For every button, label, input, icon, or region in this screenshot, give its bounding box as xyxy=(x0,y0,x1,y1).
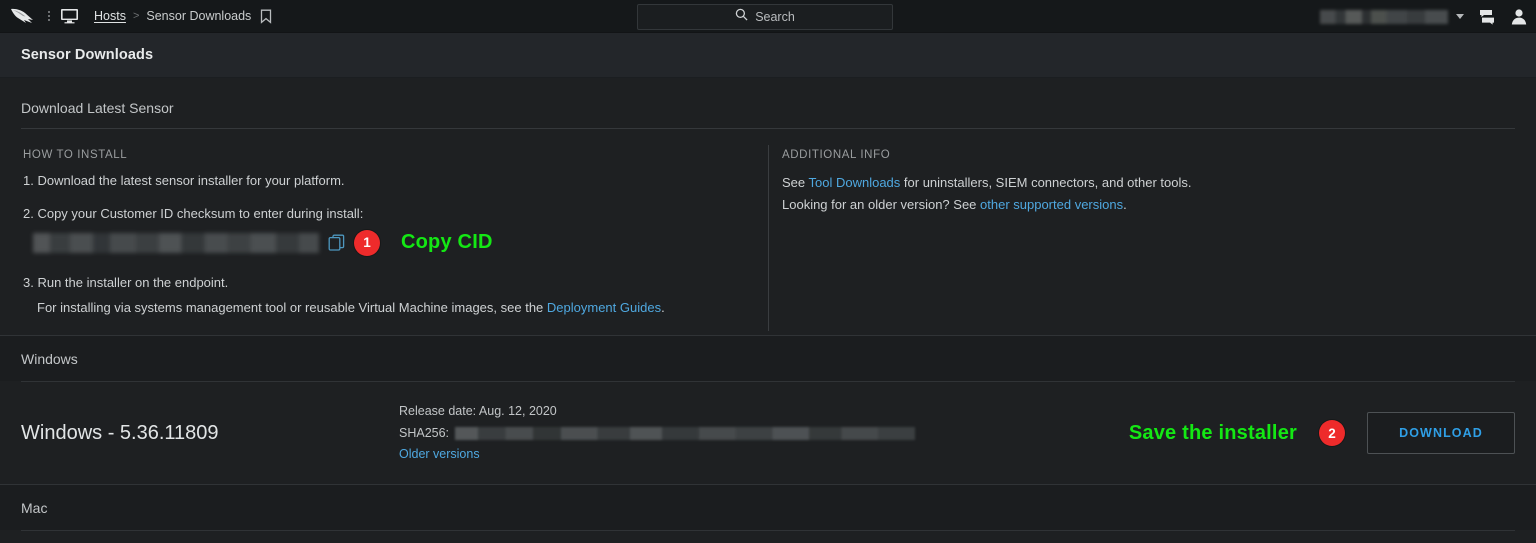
platform-name-mac: Mac xyxy=(21,500,48,517)
copy-icon[interactable] xyxy=(328,234,345,251)
sha256-label: SHA256: xyxy=(399,425,450,440)
page-title-bar: Sensor Downloads xyxy=(0,33,1536,78)
platform-header-mac: Mac xyxy=(0,484,1536,531)
annotation-label-save-installer: Save the installer xyxy=(1128,421,1297,444)
release-meta-windows: Release date: Aug. 12, 2020 SHA256: Olde… xyxy=(399,401,916,466)
breadcrumb-separator: > xyxy=(132,10,140,22)
install-step-1: 1. Download the latest sensor installer … xyxy=(23,173,345,188)
chevron-down-icon[interactable] xyxy=(1456,14,1464,19)
install-info-columns: HOW TO INSTALL 1. Download the latest se… xyxy=(0,129,1536,335)
other-supported-versions-link[interactable]: other supported versions xyxy=(980,197,1123,212)
platform-header-windows: Windows xyxy=(0,335,1536,382)
additional-info-line-1: See Tool Downloads for uninstallers, SIE… xyxy=(782,172,1536,194)
download-button-label: DOWNLOAD xyxy=(1399,426,1483,441)
download-button[interactable]: DOWNLOAD xyxy=(1367,412,1515,455)
download-latest-heading: Download Latest Sensor xyxy=(21,100,174,116)
customer-id-redacted-value xyxy=(33,232,319,253)
additional-info-line-2-post: . xyxy=(1123,197,1127,213)
additional-info-line-2: Looking for an older version? See other … xyxy=(782,194,1536,216)
falcon-logo[interactable] xyxy=(4,0,42,33)
support-icon[interactable] xyxy=(1478,9,1496,25)
release-date: Release date: Aug. 12, 2020 xyxy=(399,404,557,419)
page-title: Sensor Downloads xyxy=(21,47,154,63)
customer-id-row: 1 Copy CID xyxy=(23,229,748,256)
breadcrumb-current: Sensor Downloads xyxy=(146,9,252,23)
additional-info-column: ADDITIONAL INFO See Tool Downloads for u… xyxy=(748,149,1536,317)
search-placeholder: Search xyxy=(755,10,795,24)
annotation-badge-2: 2 xyxy=(1319,420,1345,447)
download-zone: Save the installer 2 DOWNLOAD xyxy=(1129,382,1515,484)
install-step-3: 3. Run the installer on the endpoint. xyxy=(23,274,229,290)
platform-name-windows: Windows xyxy=(21,351,78,368)
kebab-menu-icon[interactable] xyxy=(42,0,56,33)
account-selector[interactable] xyxy=(1320,9,1464,24)
annotation-label-copy-cid: Copy CID xyxy=(401,231,493,254)
bookmark-icon[interactable] xyxy=(260,9,272,24)
download-latest-heading-wrap: Download Latest Sensor xyxy=(0,78,1536,128)
install-step-3-sub-post: . xyxy=(661,299,665,315)
deployment-guides-link[interactable]: Deployment Guides xyxy=(547,300,661,315)
breadcrumb-hosts[interactable]: Hosts xyxy=(94,9,126,23)
monitor-icon[interactable] xyxy=(56,8,82,24)
additional-info-eyebrow: ADDITIONAL INFO xyxy=(782,149,891,161)
sha256-row: SHA256: xyxy=(399,423,916,445)
main-content: Download Latest Sensor HOW TO INSTALL 1.… xyxy=(0,78,1536,532)
platform-divider-mac xyxy=(21,530,1515,532)
release-title-windows: Windows - 5.36.11809 xyxy=(21,421,219,444)
user-avatar-icon[interactable] xyxy=(1510,8,1528,25)
how-to-install-column: HOW TO INSTALL 1. Download the latest se… xyxy=(0,149,748,317)
account-name-redacted xyxy=(1320,9,1448,24)
app-header: Hosts > Sensor Downloads Search xyxy=(0,0,1536,33)
sha256-redacted-value xyxy=(455,426,916,440)
older-versions-link[interactable]: Older versions xyxy=(399,447,480,461)
install-step-3-sub: For installing via systems management to… xyxy=(23,299,748,318)
header-right-controls xyxy=(1320,0,1528,33)
tool-downloads-link[interactable]: Tool Downloads xyxy=(809,175,901,190)
search-icon xyxy=(735,8,748,26)
breadcrumb: Hosts > Sensor Downloads xyxy=(94,9,272,24)
annotation-badge-1: 1 xyxy=(354,229,380,256)
install-step-2: 2. Copy your Customer ID checksum to ent… xyxy=(23,205,364,221)
additional-info-line-1-post: for uninstallers, SIEM connectors, and o… xyxy=(900,175,1192,190)
column-divider xyxy=(768,145,769,332)
release-row-windows: Windows - 5.36.11809 Release date: Aug. … xyxy=(0,382,1536,484)
how-to-install-eyebrow: HOW TO INSTALL xyxy=(23,149,128,161)
search-input[interactable]: Search xyxy=(637,4,893,30)
install-step-3-sub-pre: For installing via systems management to… xyxy=(37,299,547,315)
additional-info-line-1-pre: See xyxy=(782,175,809,190)
additional-info-line-2-pre: Looking for an older version? See xyxy=(782,197,981,213)
